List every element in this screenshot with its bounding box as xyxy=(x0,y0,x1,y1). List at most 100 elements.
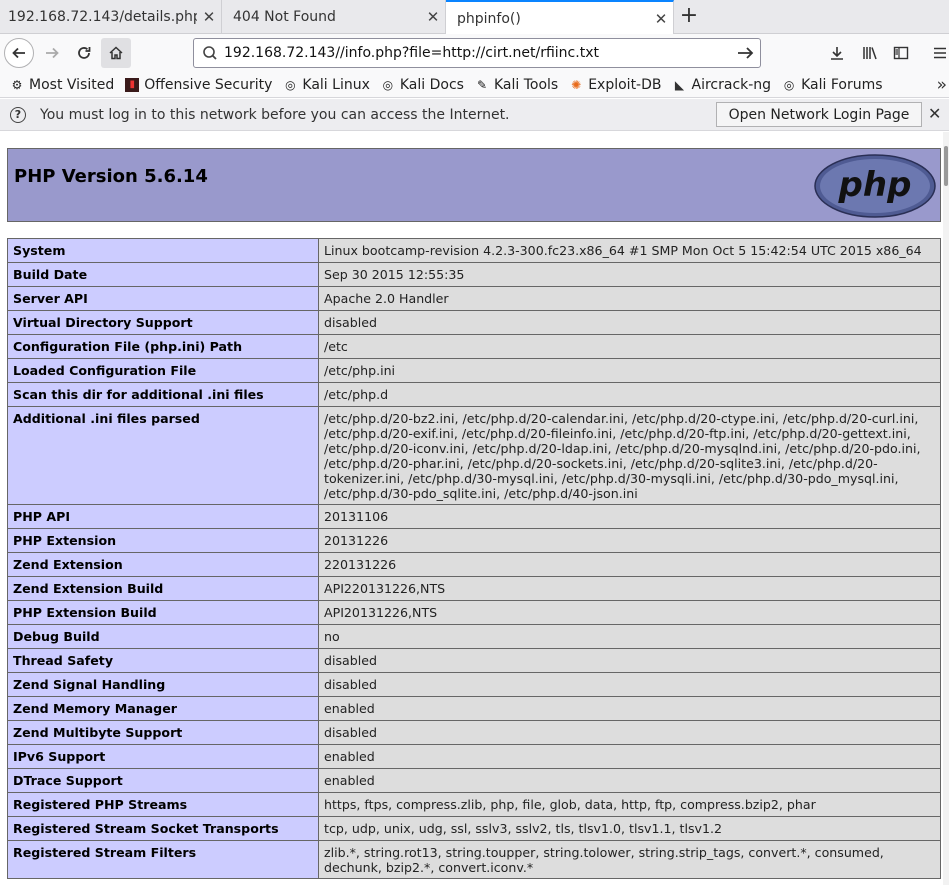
new-tab-button[interactable]: + xyxy=(676,4,702,30)
row-key: Zend Memory Manager xyxy=(7,696,319,721)
row-value: enabled xyxy=(318,768,941,793)
row-value: Apache 2.0 Handler xyxy=(318,286,941,311)
bookmark-aircrack-ng[interactable]: ◣ Aircrack-ng xyxy=(673,76,772,93)
back-button[interactable] xyxy=(4,38,34,68)
tab-title: 404 Not Found xyxy=(233,9,336,25)
bookmark-label: Most Visited xyxy=(29,76,115,93)
table-row: PHP Extension 20131226 xyxy=(7,528,941,553)
bookmark-label: Kali Tools xyxy=(493,76,559,93)
scrollbar-thumb[interactable] xyxy=(944,146,948,186)
chevron-right-icon[interactable]: » xyxy=(937,75,947,95)
row-key: Registered Stream Filters xyxy=(7,840,319,879)
go-arrow-icon[interactable] xyxy=(732,45,760,61)
row-value: disabled xyxy=(318,720,941,745)
library-icon xyxy=(863,47,877,60)
table-row: PHP Extension Build API20131226,NTS xyxy=(7,600,941,625)
row-key: Thread Safety xyxy=(7,648,319,673)
table-row: Zend Extension 220131226 xyxy=(7,552,941,577)
bookmark-label: Kali Docs xyxy=(399,76,464,93)
kali-tools-icon: ✎ xyxy=(476,77,487,92)
table-row: Server API Apache 2.0 Handler xyxy=(7,286,941,311)
row-value: 20131106 xyxy=(318,504,941,529)
row-key: IPv6 Support xyxy=(7,744,319,769)
php-info-table: System Linux bootcamp-revision 4.2.3-300.… xyxy=(7,238,941,879)
globe-icon: ◎ xyxy=(382,77,394,92)
bookmark-kali-docs[interactable]: ◎ Kali Docs xyxy=(381,77,464,93)
navigation-toolbar xyxy=(0,34,949,72)
row-value: zlib.*, string.rot13, string.toupper, st… xyxy=(318,840,941,879)
bookmark-kali-tools[interactable]: ✎ Kali Tools xyxy=(475,77,558,93)
bookmarks-toolbar: ⚙ Most Visited ▮ Offensive Security ◎ Ka… xyxy=(0,72,949,98)
sidebar-button[interactable] xyxy=(886,38,916,68)
table-row: System Linux bootcamp-revision 4.2.3-300.… xyxy=(7,238,941,263)
bookmark-most-visited[interactable]: ⚙ Most Visited xyxy=(10,76,115,93)
downloads-button[interactable] xyxy=(822,38,852,68)
svg-text:php: php xyxy=(838,165,912,205)
menu-button[interactable] xyxy=(925,38,949,68)
row-key: PHP API xyxy=(7,504,319,529)
table-row: Build Date Sep 30 2015 12:55:35 xyxy=(7,262,941,287)
row-value: Sep 30 2015 12:55:35 xyxy=(318,262,941,287)
close-icon[interactable]: ✕ xyxy=(197,8,221,26)
globe-icon: ◎ xyxy=(783,77,795,92)
row-key: Server API xyxy=(7,286,319,311)
home-button[interactable] xyxy=(101,38,131,68)
row-key: Zend Signal Handling xyxy=(7,672,319,697)
table-row: Virtual Directory Support disabled xyxy=(7,310,941,335)
reload-button[interactable] xyxy=(69,38,99,68)
url-bar[interactable] xyxy=(193,38,761,68)
url-input[interactable] xyxy=(224,40,732,66)
bookmark-kali-forums[interactable]: ◎ Kali Forums xyxy=(782,76,883,93)
row-value: disabled xyxy=(318,648,941,673)
table-row: Registered Stream Socket Transports tcp, … xyxy=(7,816,941,841)
tab-404[interactable]: 404 Not Found ✕ xyxy=(222,0,446,34)
exploit-db-icon: ✺ xyxy=(571,77,582,92)
open-network-login-button[interactable]: Open Network Login Page xyxy=(716,102,922,127)
arrow-right-icon xyxy=(46,47,59,59)
row-key: DTrace Support xyxy=(7,768,319,793)
page-content: PHP Version 5.6.14 php System Linux bootc… xyxy=(0,132,949,885)
row-value: disabled xyxy=(318,310,941,335)
tab-phpinfo[interactable]: phpinfo() ✕ xyxy=(446,0,674,35)
bookmark-kali-linux[interactable]: ◎ Kali Linux xyxy=(283,76,370,93)
close-icon[interactable]: ✕ xyxy=(421,8,445,26)
sidebar-icon xyxy=(893,46,909,60)
offsec-icon: ▮ xyxy=(125,77,140,92)
row-value: enabled xyxy=(318,744,941,769)
bookmark-label: Aircrack-ng xyxy=(691,76,772,93)
table-row: Zend Memory Manager enabled xyxy=(7,696,941,721)
forward-button[interactable] xyxy=(37,38,67,68)
captive-portal-notification: ? You must log in to this network before… xyxy=(0,99,949,131)
table-row: Thread Safety disabled xyxy=(7,648,941,673)
table-row: Zend Multibyte Support disabled xyxy=(7,720,941,745)
table-row: Debug Build no xyxy=(7,624,941,649)
row-key: Zend Multibyte Support xyxy=(7,720,319,745)
search-icon xyxy=(203,46,217,60)
bookmark-label: Exploit-DB xyxy=(588,76,662,93)
bookmark-label: Kali Linux xyxy=(302,76,370,93)
download-icon xyxy=(831,47,843,60)
row-key: System xyxy=(7,238,319,263)
table-row: Configuration File (php.ini) Path/etc xyxy=(7,334,941,359)
tab-details[interactable]: 192.168.72.143/details.php? ✕ xyxy=(0,0,222,34)
row-value: 20131226 xyxy=(318,528,941,553)
home-icon xyxy=(109,46,123,60)
close-icon[interactable]: ✕ xyxy=(928,104,941,123)
hamburger-icon xyxy=(934,47,946,59)
bookmark-label: Offensive Security xyxy=(144,76,273,93)
bookmark-exploit-db[interactable]: ✺ Exploit-DB xyxy=(569,77,661,93)
row-value: /etc xyxy=(318,334,941,359)
bookmark-offensive-security[interactable]: ▮ Offensive Security xyxy=(125,77,272,93)
row-key: PHP Extension xyxy=(7,528,319,553)
row-key: Zend Extension xyxy=(7,552,319,577)
bookmark-label: Kali Forums xyxy=(801,76,883,93)
close-icon[interactable]: ✕ xyxy=(649,10,673,28)
row-value: no xyxy=(318,624,941,649)
row-key: Configuration File (php.ini) Path xyxy=(7,334,319,359)
table-row: Loaded Configuration File/etc/php.ini xyxy=(7,358,941,383)
tab-strip: 192.168.72.143/details.php? ✕ 404 Not Fo… xyxy=(0,0,949,35)
library-button[interactable] xyxy=(855,38,885,68)
row-value: https, ftps, compress.zlib, php, file, g… xyxy=(318,792,941,817)
arrow-left-icon xyxy=(12,47,25,59)
scrollbar[interactable] xyxy=(943,132,949,885)
